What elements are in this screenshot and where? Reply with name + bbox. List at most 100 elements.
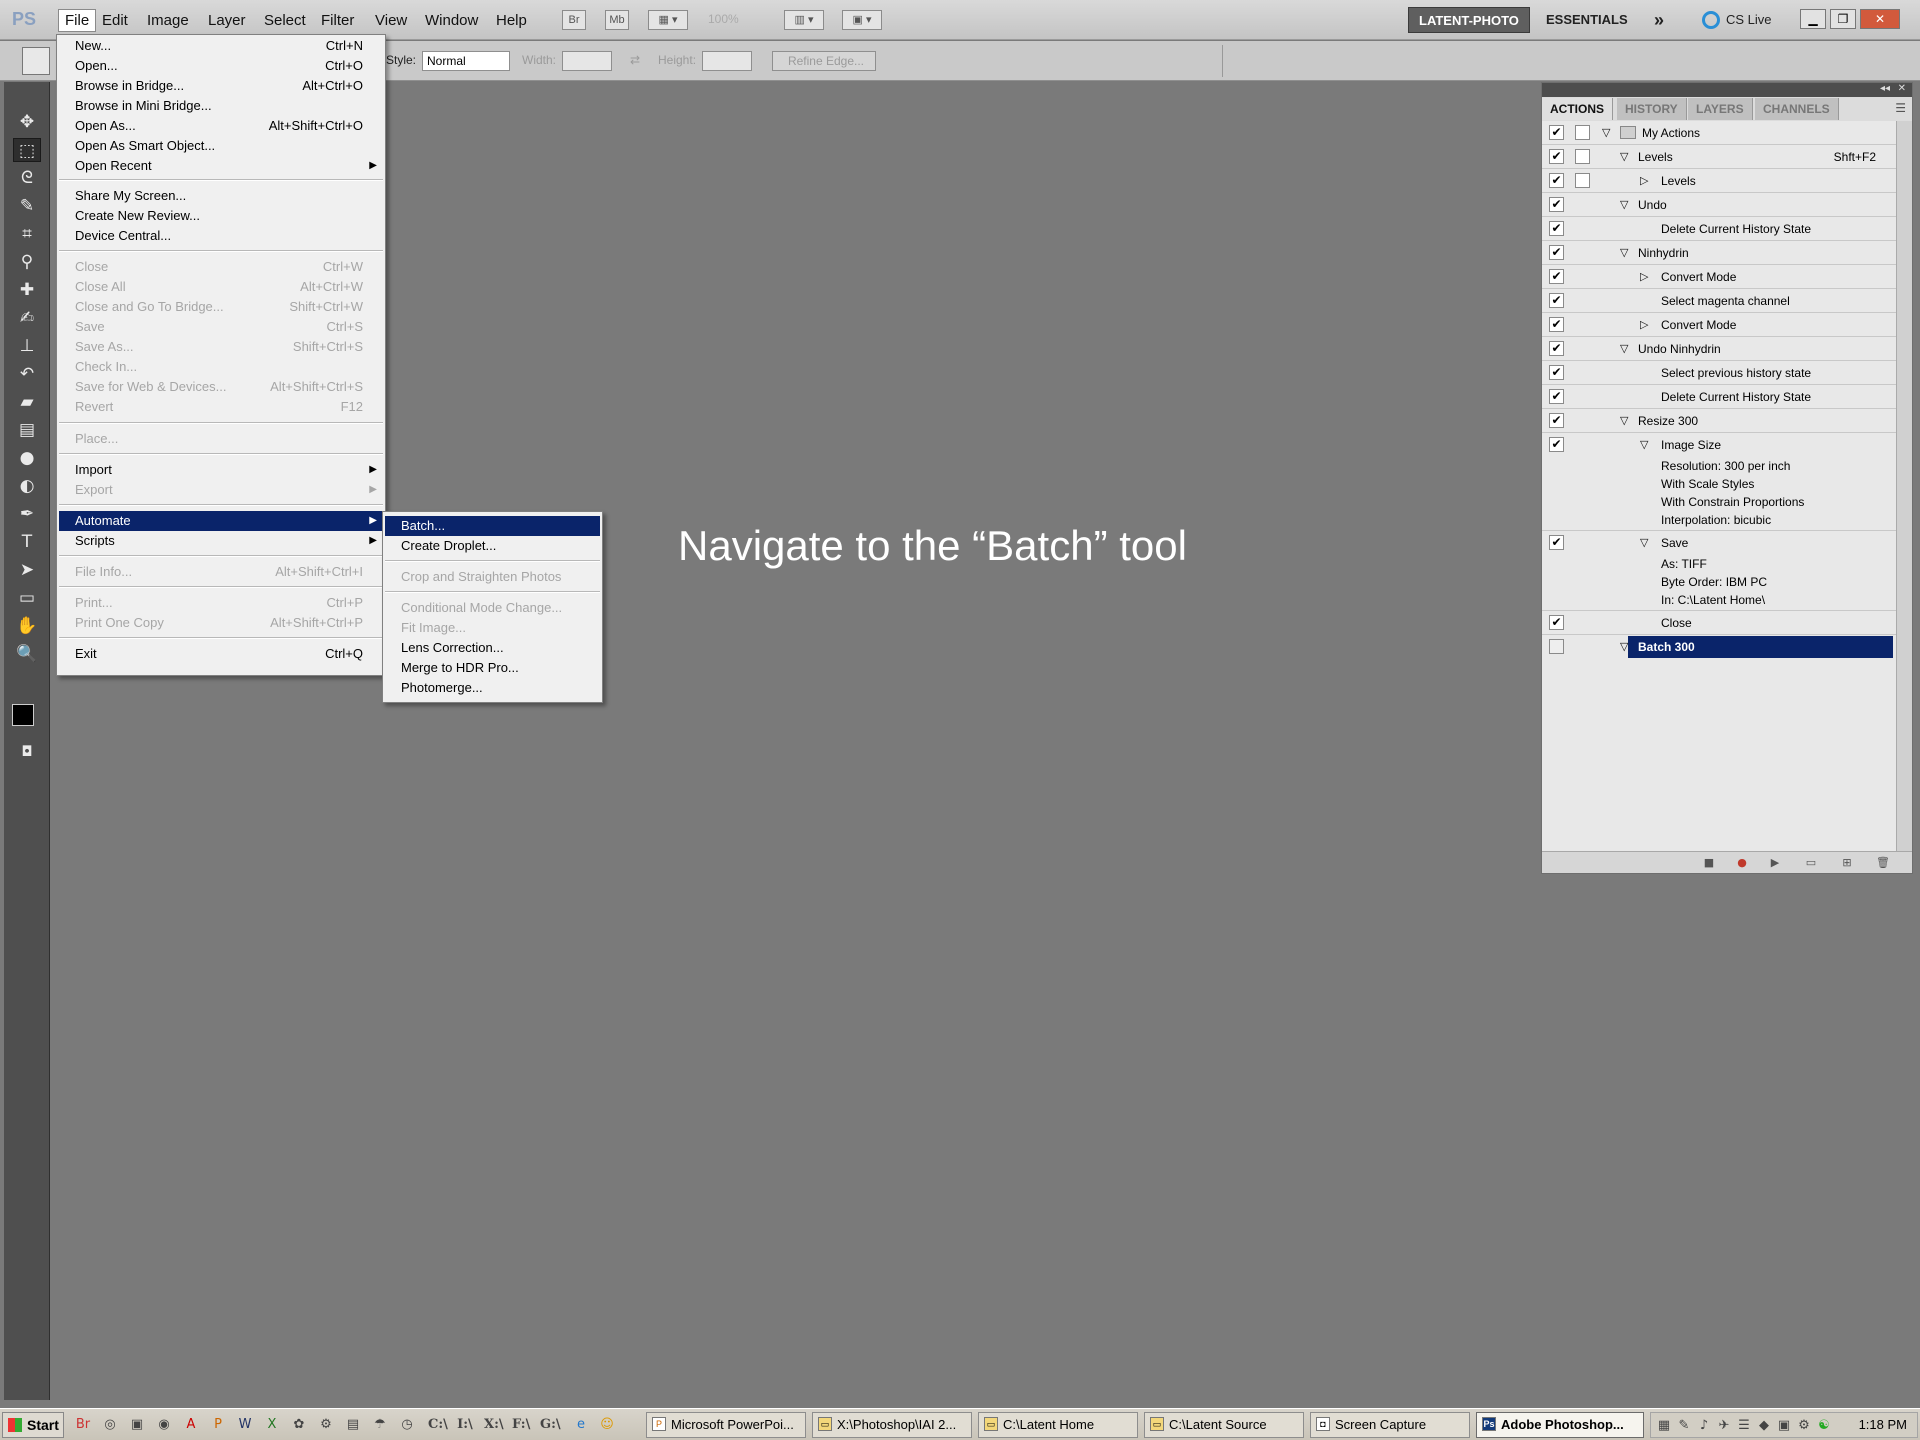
task-latent-home[interactable]: ▭ C:\Latent Home <box>978 1412 1138 1438</box>
acrobat-quicklaunch-icon[interactable]: A <box>182 1416 200 1434</box>
menu-view[interactable]: View <box>369 10 413 31</box>
screen-mode-icon[interactable]: ▣ ▾ <box>842 10 882 30</box>
toggle-checkbox[interactable]: ✔ <box>1549 125 1564 140</box>
menu-item-device-central[interactable]: Device Central... <box>59 226 383 246</box>
action-step-row[interactable]: ✔ Delete Current History State <box>1542 217 1896 241</box>
word-quicklaunch-icon[interactable]: W <box>236 1416 254 1434</box>
clock-quicklaunch-icon[interactable]: ◷ <box>398 1416 416 1434</box>
menu-item-create-review[interactable]: Create New Review... <box>59 206 383 226</box>
drive-g-quicklaunch[interactable]: G:\ <box>540 1416 561 1434</box>
style-select[interactable]: Normal <box>422 51 510 71</box>
action-step-row[interactable]: ✔ Select previous history state <box>1542 361 1896 385</box>
menu-help[interactable]: Help <box>490 10 533 31</box>
clock[interactable]: 1:18 PM <box>1859 1413 1907 1437</box>
menu-item-browse-mini-bridge[interactable]: Browse in Mini Bridge... <box>59 96 383 116</box>
action-step-row[interactable]: ✔ ▷ Levels <box>1542 169 1896 193</box>
menu-item-browse-bridge[interactable]: Browse in Bridge... Alt+Ctrl+O <box>59 76 383 96</box>
path-selection-tool-icon[interactable]: ➤ <box>13 558 41 582</box>
quick-select-tool-icon[interactable]: ✎ <box>13 194 41 218</box>
toggle-checkbox[interactable]: ✔ <box>1549 173 1564 188</box>
quicklaunch-icon[interactable]: ◉ <box>155 1416 173 1434</box>
menu-item-automate[interactable]: Automate ▶ <box>59 511 383 531</box>
tray-icon[interactable]: ☰ <box>1735 1417 1753 1435</box>
tray-icon[interactable]: ⚙ <box>1795 1417 1813 1435</box>
menu-item-open-as[interactable]: Open As... Alt+Shift+Ctrl+O <box>59 116 383 136</box>
marquee-tool-icon[interactable]: ⬚ <box>13 138 41 162</box>
quicklaunch-icon[interactable]: ◎ <box>101 1416 119 1434</box>
foreground-color-swatch[interactable] <box>12 704 34 726</box>
pen-tool-icon[interactable]: ✒ <box>13 502 41 526</box>
menu-filter[interactable]: Filter <box>315 10 360 31</box>
tray-volume-icon[interactable]: ♪ <box>1695 1417 1713 1435</box>
action-step-row[interactable]: ✔ ▷ Convert Mode <box>1542 265 1896 289</box>
healing-brush-tool-icon[interactable]: ✚ <box>13 278 41 302</box>
menu-image[interactable]: Image <box>141 10 195 31</box>
task-adobe-photoshop[interactable]: Ps Adobe Photoshop... <box>1476 1412 1644 1438</box>
tray-icon[interactable]: ✎ <box>1675 1417 1693 1435</box>
menu-item-share-screen[interactable]: Share My Screen... <box>59 186 383 206</box>
task-powerpoint[interactable]: P Microsoft PowerPoi... <box>646 1412 806 1438</box>
action-row[interactable]: ✔ ▽ Undo <box>1542 193 1896 217</box>
menu-item-import[interactable]: Import ▶ <box>59 460 383 480</box>
menu-select[interactable]: Select <box>258 10 312 31</box>
lasso-tool-icon[interactable]: ᘓ <box>13 166 41 190</box>
mini-bridge-button[interactable]: Mb <box>605 10 629 30</box>
toggle-checkbox[interactable]: ✔ <box>1549 269 1564 284</box>
close-icon[interactable]: ✕ <box>1860 9 1900 29</box>
task-photoshop-folder[interactable]: ▭ X:\Photoshop\IAI 2... <box>812 1412 972 1438</box>
dodge-tool-icon[interactable]: ◐ <box>13 474 41 498</box>
menu-layer[interactable]: Layer <box>202 10 252 31</box>
cs-live-label[interactable]: CS Live <box>1726 12 1772 27</box>
submenu-item-photomerge[interactable]: Photomerge... <box>385 678 600 698</box>
action-step-row[interactable]: ✔ ▽ Image Size <box>1542 433 1896 457</box>
menu-item-open[interactable]: Open... Ctrl+O <box>59 56 383 76</box>
hand-tool-icon[interactable]: ✋ <box>13 614 41 638</box>
submenu-item-merge-hdr[interactable]: Merge to HDR Pro... <box>385 658 600 678</box>
action-step-row[interactable]: ✔ Select magenta channel <box>1542 289 1896 313</box>
menu-file[interactable]: File <box>58 9 97 32</box>
extras-icon[interactable]: ▦ ▾ <box>648 10 688 30</box>
menu-item-scripts[interactable]: Scripts ▶ <box>59 531 383 551</box>
crop-tool-icon[interactable]: ⌗ <box>13 222 41 246</box>
drive-x-quicklaunch[interactable]: X:\ <box>484 1416 504 1434</box>
tab-layers[interactable]: LAYERS <box>1688 98 1753 120</box>
menu-window[interactable]: Window <box>419 10 484 31</box>
action-row[interactable]: ✔ ▽ Ninhydrin <box>1542 241 1896 265</box>
brush-tool-icon[interactable]: ✍ <box>13 306 41 330</box>
action-step-row[interactable]: ✔ ▽ Save <box>1542 531 1896 555</box>
blur-tool-icon[interactable]: ● <box>13 446 41 470</box>
gradient-tool-icon[interactable]: ▤ <box>13 418 41 442</box>
toggle-checkbox[interactable]: ✔ <box>1549 317 1564 332</box>
panel-menu-icon[interactable]: ☰ <box>1895 101 1906 115</box>
toggle-checkbox[interactable]: ✔ <box>1549 365 1564 380</box>
toggle-checkbox[interactable]: ✔ <box>1549 149 1564 164</box>
toggle-checkbox[interactable]: ✔ <box>1549 245 1564 260</box>
move-tool-icon[interactable]: ✥ <box>13 110 41 134</box>
quicklaunch-icon[interactable]: ⚙ <box>317 1416 335 1434</box>
powerpoint-quicklaunch-icon[interactable]: P <box>209 1416 227 1434</box>
menu-edit[interactable]: Edit <box>96 10 134 31</box>
start-button[interactable]: Start <box>2 1412 64 1438</box>
ie-quicklaunch-icon[interactable]: e <box>572 1416 590 1434</box>
submenu-item-batch[interactable]: Batch... <box>385 516 600 536</box>
tray-icon[interactable]: ◆ <box>1755 1417 1773 1435</box>
toggle-checkbox[interactable]: ✔ <box>1549 535 1564 550</box>
action-set-row[interactable]: ✔ ▽ My Actions <box>1542 121 1896 145</box>
quicklaunch-icon[interactable]: ☂ <box>371 1416 389 1434</box>
type-tool-icon[interactable]: T <box>13 530 41 554</box>
tray-icon[interactable]: ✈ <box>1715 1417 1733 1435</box>
toggle-checkbox[interactable]: ✔ <box>1549 615 1564 630</box>
toggle-checkbox[interactable]: ✔ <box>1549 197 1564 212</box>
menu-item-open-smart-object[interactable]: Open As Smart Object... <box>59 136 383 156</box>
height-field[interactable] <box>702 51 752 71</box>
bridge-quicklaunch-icon[interactable]: Br <box>74 1416 92 1434</box>
tray-icon[interactable]: ▣ <box>1775 1417 1793 1435</box>
toggle-checkbox[interactable]: ✔ <box>1549 341 1564 356</box>
drive-f-quicklaunch[interactable]: F:\ <box>512 1416 530 1434</box>
zoom-tool-icon[interactable]: 🔍 <box>13 642 41 666</box>
restore-icon[interactable]: ❐ <box>1830 9 1856 29</box>
tray-icon[interactable]: ☯ <box>1815 1417 1833 1435</box>
workspace-latent-photo[interactable]: LATENT-PHOTO <box>1408 7 1530 33</box>
dialog-toggle[interactable] <box>1575 149 1590 164</box>
menu-item-exit[interactable]: Exit Ctrl+Q <box>59 644 383 664</box>
